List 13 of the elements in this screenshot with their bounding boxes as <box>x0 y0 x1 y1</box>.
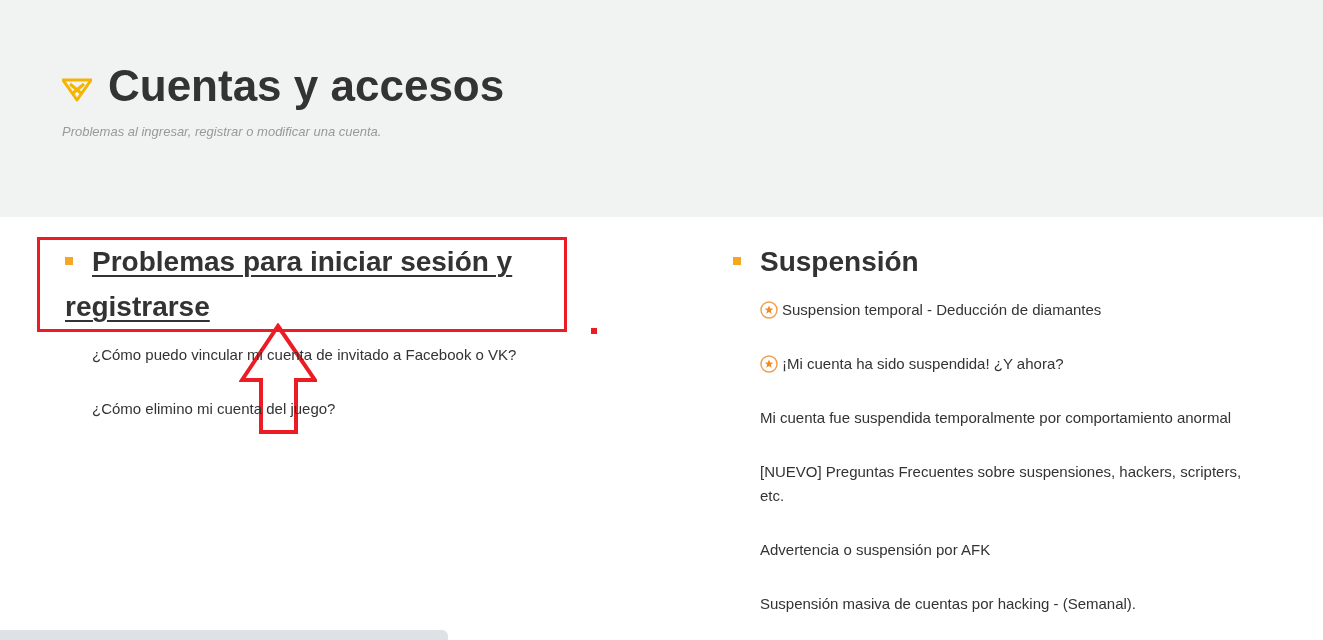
page-subtitle: Problemas al ingresar, registrar o modificar una cuenta. <box>62 123 383 141</box>
article-link[interactable]: Mi cuenta fue suspendida temporalmente por comportamiento anormal <box>760 406 1232 430</box>
article-link[interactable]: Suspension temporal - Deducción de diamantes <box>782 298 1102 322</box>
article-link[interactable]: ¡Mi cuenta ha sido suspendida! ¿Y ahora? <box>782 352 1064 376</box>
bullet-icon <box>65 257 73 265</box>
page-title: Cuentas y accesos <box>108 60 505 112</box>
section-title-link[interactable]: Problemas para iniciar sesión y registrarse <box>65 239 545 329</box>
section-title: Suspensión <box>760 245 919 279</box>
bullet-icon <box>733 257 741 265</box>
article-link[interactable]: Suspensión masiva de cuentas por hacking - (Semanal). <box>760 592 1137 616</box>
article-link[interactable]: Advertencia o suspensión por AFK <box>760 538 991 562</box>
article-link[interactable]: [NUEVO] Preguntas Frecuentes sobre suspensiones, hackers, scripters, etc. <box>760 460 1258 508</box>
logo-icon <box>62 78 92 102</box>
